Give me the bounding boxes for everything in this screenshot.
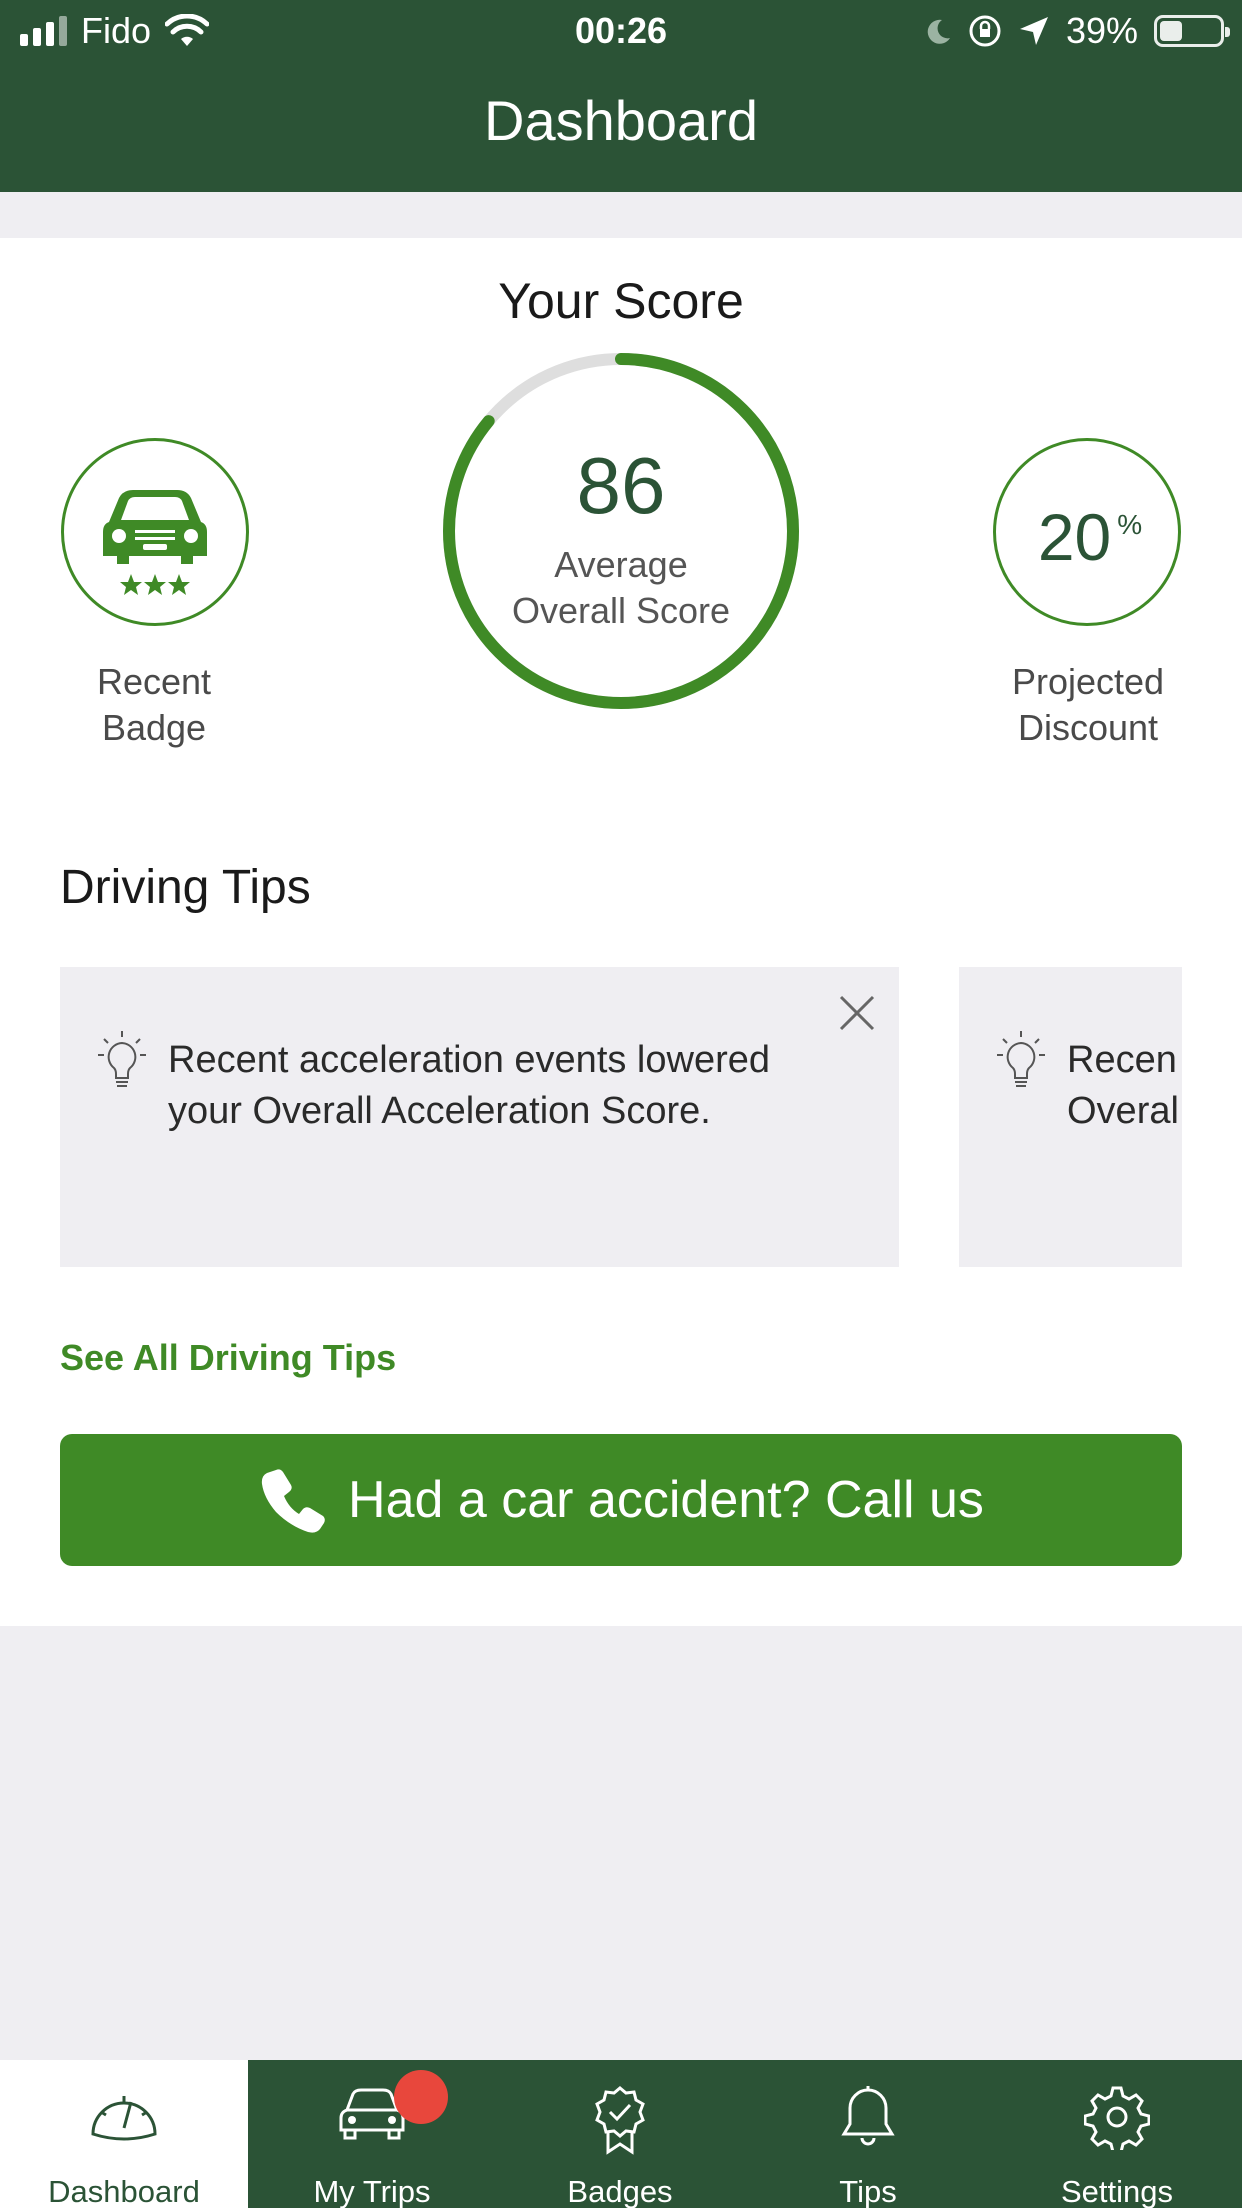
lightbulb-icon xyxy=(997,1031,1045,1087)
tip-line2: your Overall Acceleration Score. xyxy=(168,1090,711,1132)
car-badge-icon xyxy=(103,490,207,595)
driving-tips-title: Driving Tips xyxy=(60,861,311,914)
tab-label: Badges xyxy=(567,2174,673,2208)
rotation-lock-icon xyxy=(969,15,1001,47)
score-caption: Average Overall Score xyxy=(440,542,802,634)
tip-line1: Recent acceleration events lowered xyxy=(168,1039,771,1081)
page-title: Dashboard xyxy=(484,89,758,152)
tip-card[interactable]: Recent acceleration events lowered your … xyxy=(60,967,899,1267)
call-us-label: Had a car accident? Call us xyxy=(348,1471,984,1529)
score-caption-line2: Overall Score xyxy=(511,590,731,631)
tab-settings[interactable]: Settings xyxy=(992,2060,1242,2208)
tip-text: Recen Overal xyxy=(1067,1035,1179,1137)
tab-tips[interactable]: Tips xyxy=(744,2060,992,2208)
tip-text: Recent acceleration events lowered your … xyxy=(168,1035,770,1137)
lightbulb-icon xyxy=(98,1031,146,1087)
phone-icon xyxy=(261,1469,325,1533)
location-icon xyxy=(1019,17,1048,45)
speedometer-icon xyxy=(91,2096,157,2141)
tip-line2: Overal xyxy=(1067,1090,1179,1132)
discount-label-line1: Projected xyxy=(1011,661,1165,702)
tab-label: My Trips xyxy=(313,2174,431,2208)
projected-discount-button[interactable]: 20% xyxy=(993,438,1181,626)
tab-label: Tips xyxy=(839,2174,897,2208)
tab-dashboard[interactable]: Dashboard xyxy=(0,2060,248,2208)
badge-label-line2: Badge xyxy=(101,707,207,748)
signal-icon xyxy=(20,16,67,46)
notification-badge xyxy=(394,2070,448,2124)
tip-line1: Recen xyxy=(1067,1039,1177,1081)
discount-label-line2: Discount xyxy=(1017,707,1159,748)
carrier-label: Fido xyxy=(81,10,152,51)
close-icon[interactable] xyxy=(837,993,877,1033)
status-bar: Fido 00:26 39% xyxy=(0,0,1242,62)
projected-discount-label: Projected Discount xyxy=(958,659,1218,751)
score-caption-line1: Average xyxy=(554,544,688,585)
tab-badges[interactable]: Badges xyxy=(496,2060,744,2208)
battery-percent: 39% xyxy=(1065,10,1138,51)
gear-icon xyxy=(1084,2086,1150,2150)
call-us-button[interactable]: Had a car accident? Call us xyxy=(60,1434,1182,1566)
tab-label: Dashboard xyxy=(48,2174,200,2208)
see-all-tips-link[interactable]: See All Driving Tips xyxy=(60,1337,396,1379)
discount-value: 20% xyxy=(996,499,1184,575)
tip-card[interactable]: Recen Overal xyxy=(959,967,1182,1267)
bell-icon xyxy=(841,2086,895,2146)
moon-icon xyxy=(927,19,950,44)
score-title: Your Score xyxy=(498,273,744,329)
badge-icon xyxy=(595,2086,645,2155)
score-value: 86 xyxy=(576,441,666,530)
recent-badge-label: Recent Badge xyxy=(24,659,284,751)
battery-icon xyxy=(1154,15,1230,47)
tab-label: Settings xyxy=(1060,2174,1173,2208)
discount-unit: % xyxy=(1117,509,1143,540)
tab-bar: Dashboard My Trips Badges Tips Settings xyxy=(0,2060,1242,2208)
discount-number: 20 xyxy=(1037,500,1112,574)
recent-badge-button[interactable] xyxy=(61,438,249,626)
badge-label-line1: Recent xyxy=(96,661,212,702)
header-bar: Fido 00:26 39% Dashboard xyxy=(0,0,1242,192)
tab-my-trips[interactable]: My Trips xyxy=(248,2060,496,2208)
wifi-icon xyxy=(165,14,210,46)
